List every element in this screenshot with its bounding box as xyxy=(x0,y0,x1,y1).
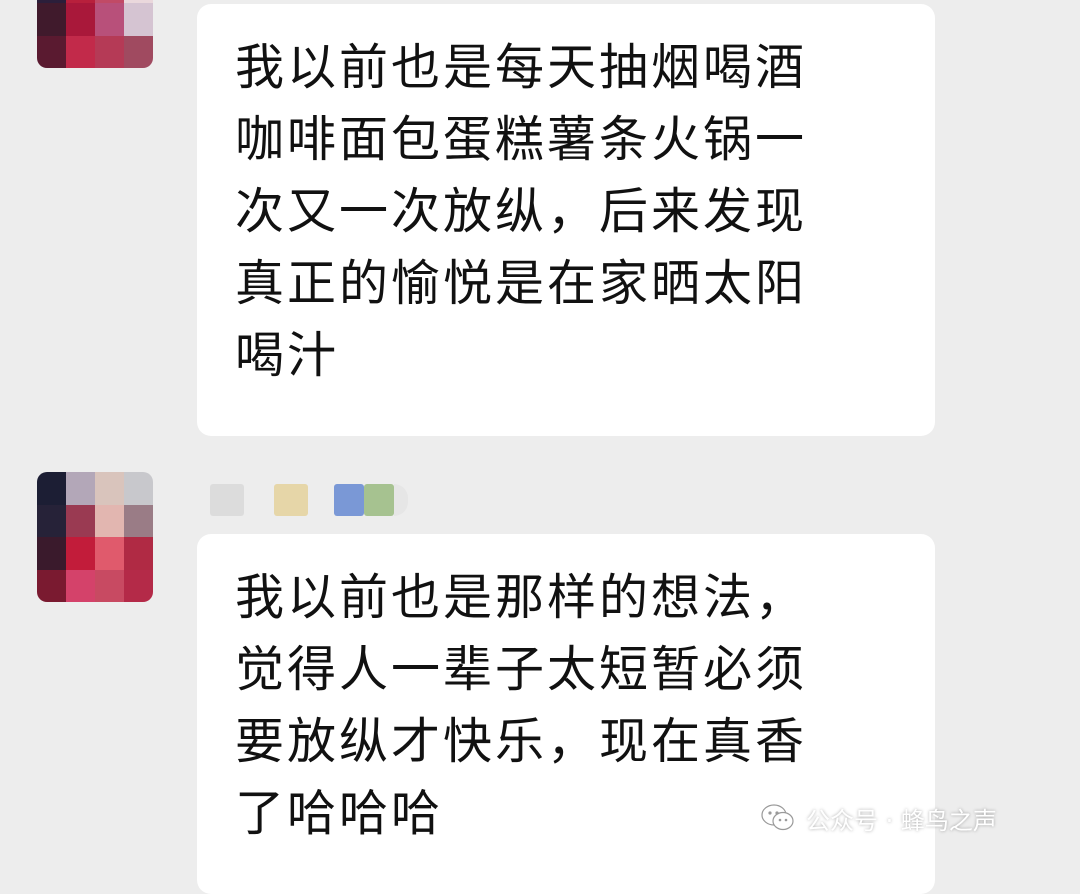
message-bubble[interactable]: 我以前也是那样的想法， 觉得人一辈子太短暂必须 要放纵才快乐，现在真香 了哈哈哈 xyxy=(197,534,935,894)
message-text-line: 真正的愉悦是在家晒太阳 xyxy=(235,255,808,312)
message-text-line: 要放纵才快乐，现在真香 xyxy=(235,713,808,770)
wechat-icon xyxy=(761,804,794,831)
message-text-line: 次又一次放纵，后来发现 xyxy=(235,183,808,240)
message-text-line: 喝汁 xyxy=(235,327,340,384)
watermark: 公众号 · 蜂鸟之声 xyxy=(760,798,997,838)
message-text-line: 咖啡面包蛋糕薯条火锅一 xyxy=(235,111,808,168)
message-text-line: 觉得人一辈子太短暂必须 xyxy=(235,641,808,698)
avatar[interactable] xyxy=(37,472,153,602)
avatar[interactable] xyxy=(37,0,153,68)
watermark-text: 公众号 · 蜂鸟之声 xyxy=(806,806,997,835)
message-text-line: 我以前也是每天抽烟喝酒 xyxy=(235,39,808,96)
message-text-line: 我以前也是那样的想法， xyxy=(235,569,808,626)
message-bubble[interactable]: 我以前也是每天抽烟喝酒 咖啡面包蛋糕薯条火锅一 次又一次放纵，后来发现 真正的愉… xyxy=(197,4,935,436)
